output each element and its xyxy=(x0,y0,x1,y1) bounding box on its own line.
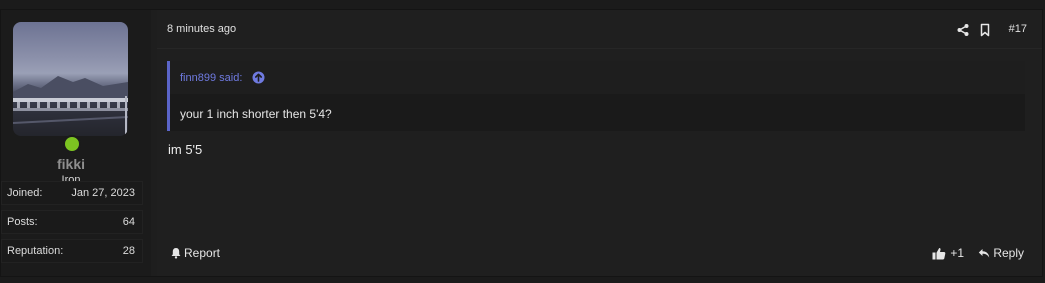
quote-header: finn899 said: xyxy=(170,61,1025,94)
reply-button[interactable]: Reply xyxy=(978,246,1024,260)
stat-value: 64 xyxy=(122,216,135,228)
post-number-link[interactable]: #17 xyxy=(1009,23,1027,35)
reply-label: Reply xyxy=(993,246,1024,260)
quote-block: finn899 said: your 1 inch shorter then 5… xyxy=(167,61,1025,131)
stat-posts: Posts: 64 xyxy=(1,210,143,234)
stat-label: Reputation: xyxy=(7,245,64,257)
stat-joined: Joined: Jan 27, 2023 xyxy=(1,181,143,205)
report-label: Report xyxy=(184,246,221,260)
report-button[interactable]: Report xyxy=(170,246,220,260)
quote-text: your 1 inch shorter then 5'4? xyxy=(180,107,332,121)
bookmark-icon[interactable] xyxy=(978,23,992,37)
like-button[interactable]: +1 xyxy=(932,246,964,260)
post-timestamp[interactable]: 8 minutes ago xyxy=(167,23,236,35)
post-container: fikki Iron Joined: Jan 27, 2023 Posts: 6… xyxy=(0,9,1043,277)
username[interactable]: fikki xyxy=(1,156,141,172)
stat-value: Jan 27, 2023 xyxy=(71,187,135,199)
post-message: im 5'5 xyxy=(168,142,203,157)
avatar[interactable] xyxy=(13,22,128,136)
user-info-panel: fikki Iron Joined: Jan 27, 2023 Posts: 6… xyxy=(1,10,151,276)
avatar-bridge-graphic xyxy=(13,96,128,136)
post-content-panel: 8 minutes ago #17 finn899 said: your 1 i… xyxy=(157,10,1042,276)
header-divider xyxy=(157,48,1042,49)
like-count: +1 xyxy=(950,246,964,260)
thumbs-up-icon xyxy=(932,247,946,260)
stat-reputation: Reputation: 28 xyxy=(1,239,143,263)
online-status-indicator xyxy=(63,135,81,153)
bell-icon xyxy=(170,247,182,259)
stat-value: 28 xyxy=(122,245,135,257)
arrow-up-circle-icon[interactable] xyxy=(252,71,265,84)
quote-author-link[interactable]: finn899 said: xyxy=(180,72,242,84)
stat-label: Posts: xyxy=(7,216,38,228)
reply-arrow-icon xyxy=(978,248,990,259)
stat-label: Joined: xyxy=(7,187,43,199)
share-icon[interactable] xyxy=(956,23,970,37)
